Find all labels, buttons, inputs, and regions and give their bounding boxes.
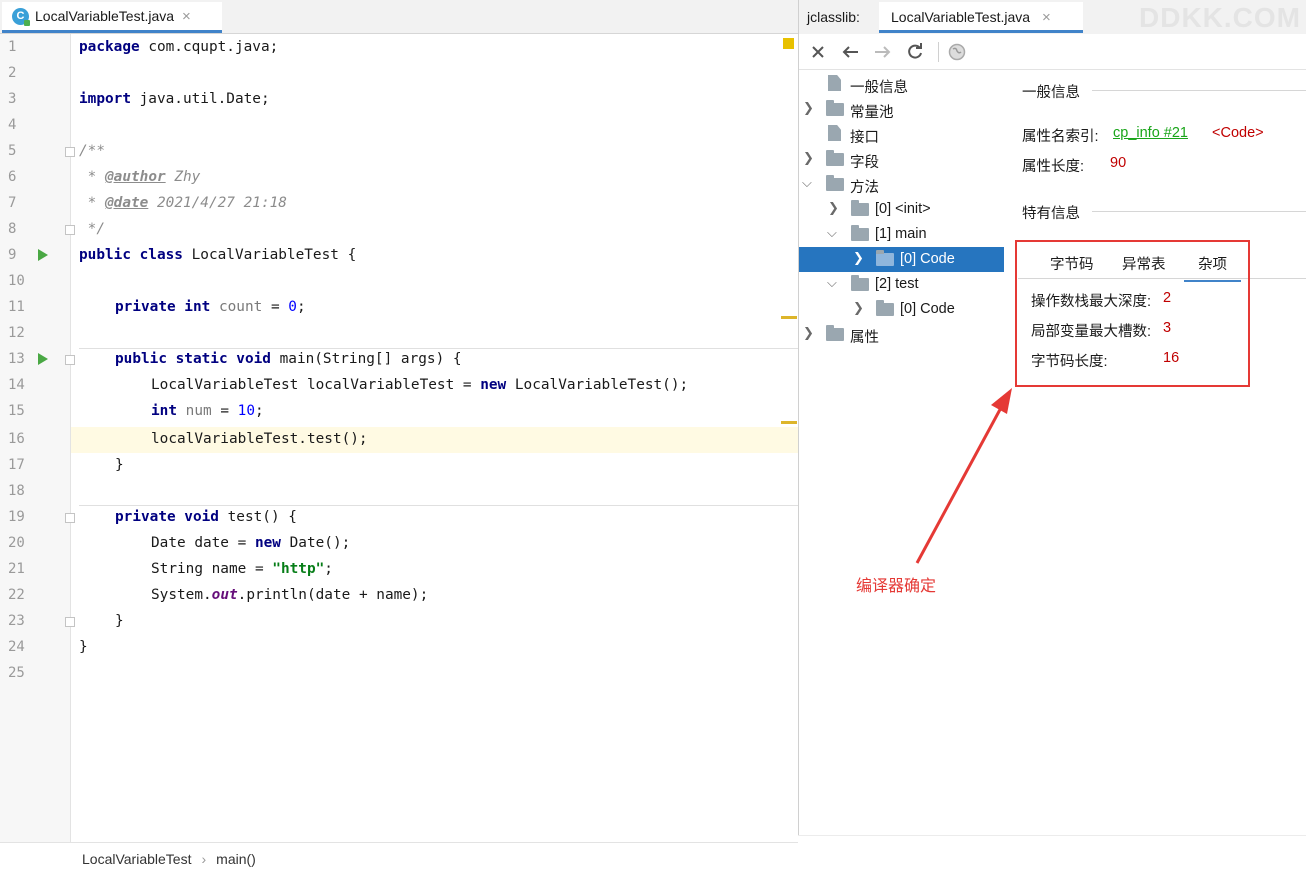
annotation-arrow — [915, 388, 1012, 564]
annotation-text: 编译器确定 — [856, 578, 937, 595]
